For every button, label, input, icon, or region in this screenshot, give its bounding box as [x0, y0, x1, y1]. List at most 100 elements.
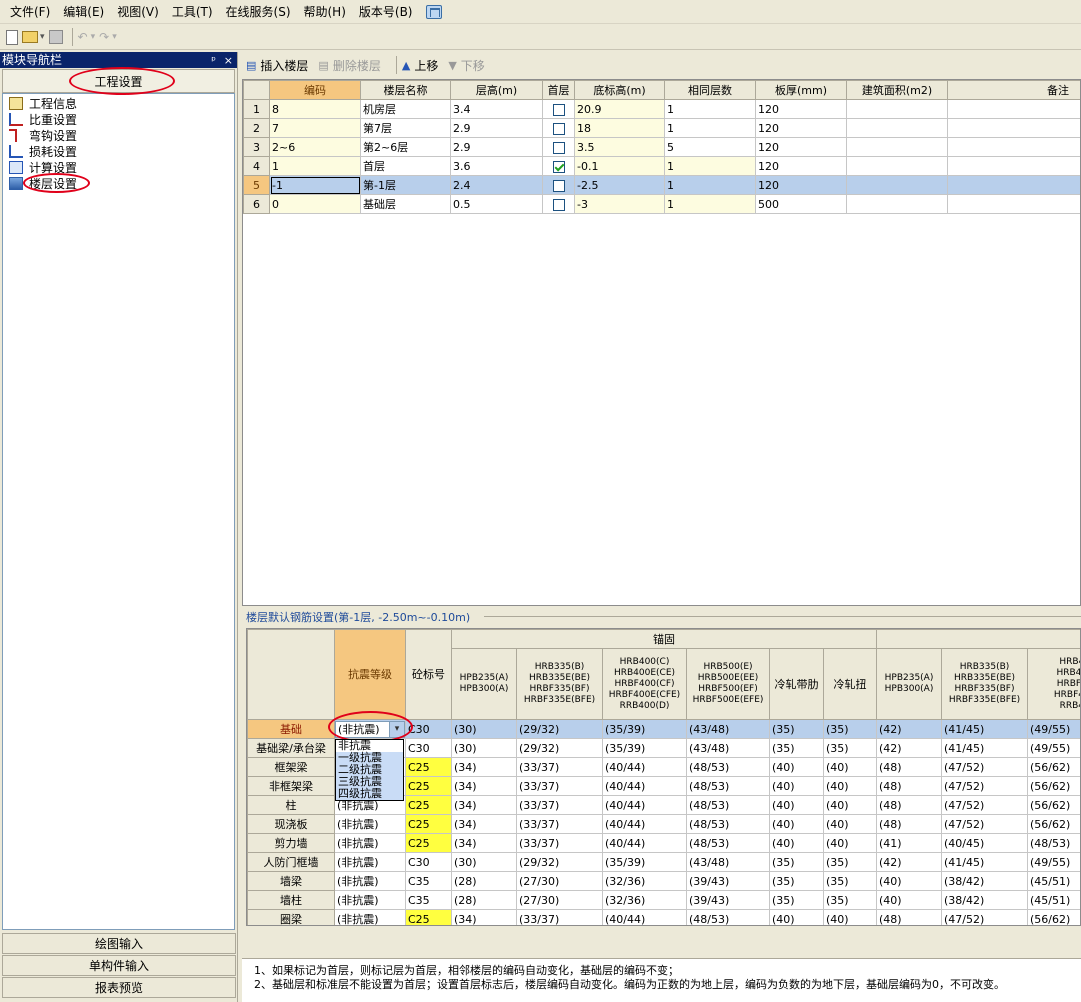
cell-hrb500[interactable]: (48/53): [686, 795, 770, 815]
cell-lap-hrb335[interactable]: (41/45): [941, 719, 1028, 739]
cell-cold-rolled-ribbed[interactable]: (40): [769, 814, 824, 834]
cell-hrb400[interactable]: (40/44): [602, 909, 687, 925]
cell-lap-hrb400[interactable]: (56/62): [1026, 909, 1080, 925]
cell-lap-hrb400[interactable]: (56/62): [1026, 814, 1080, 834]
cell-thickness[interactable]: 120: [755, 118, 847, 138]
move-down-button[interactable]: ▼ 下移: [448, 57, 484, 74]
cell-seismic[interactable]: (非抗震): [334, 814, 406, 834]
row-category[interactable]: 圈梁: [247, 909, 335, 925]
nav-tab-project-settings[interactable]: 工程设置: [2, 67, 235, 95]
cell-hrb335[interactable]: (33/37): [516, 909, 603, 925]
row-category[interactable]: 柱: [247, 795, 335, 815]
cell-cold-rolled-twisted[interactable]: (40): [823, 833, 877, 853]
cell-concrete[interactable]: C35: [405, 890, 452, 910]
cell-same[interactable]: 1: [664, 175, 756, 195]
cell-remark[interactable]: [947, 137, 1080, 157]
cell-thickness[interactable]: 120: [755, 156, 847, 176]
cell-concrete[interactable]: C25: [405, 909, 452, 925]
cell-thickness[interactable]: 120: [755, 137, 847, 157]
cell-cold-rolled-twisted[interactable]: (35): [823, 719, 877, 739]
cell-lap-hpb235[interactable]: (42): [876, 852, 942, 872]
cell-lap-hrb335[interactable]: (38/42): [941, 890, 1028, 910]
cell-code[interactable]: 2~6: [269, 137, 361, 157]
first-floor-checkbox[interactable]: [552, 103, 565, 116]
col-header-area[interactable]: 建筑面积(m2): [846, 80, 948, 100]
cell-hrb500[interactable]: (48/53): [686, 757, 770, 777]
row-category[interactable]: 非框架梁: [247, 776, 335, 796]
row-category[interactable]: 现浇板: [247, 814, 335, 834]
cell-cold-rolled-twisted[interactable]: (40): [823, 795, 877, 815]
cell-hrb500[interactable]: (39/43): [686, 871, 770, 891]
cell-lap-hrb335[interactable]: (41/45): [941, 852, 1028, 872]
cell-height[interactable]: 3.6: [450, 156, 543, 176]
cell-hrb335[interactable]: (33/37): [516, 757, 603, 777]
cell-lap-hrb400[interactable]: (45/51): [1026, 871, 1080, 891]
open-button[interactable]: ▾: [22, 27, 45, 47]
cell-same[interactable]: 1: [664, 118, 756, 138]
table-row[interactable]: 4 1 首层 3.6 -0.1 1 120: [243, 156, 1080, 176]
cell-code[interactable]: 0: [269, 194, 361, 214]
cell-name[interactable]: 第7层: [360, 118, 451, 138]
cell-code[interactable]: -1: [269, 175, 361, 195]
cell-lap-hpb235[interactable]: (48): [876, 757, 942, 777]
cell-hpb235[interactable]: (28): [451, 890, 517, 910]
row-number[interactable]: 3: [243, 137, 270, 157]
cell-cold-rolled-twisted[interactable]: (35): [823, 852, 877, 872]
cell-hrb400[interactable]: (32/36): [602, 871, 687, 891]
cell-hpb235[interactable]: (34): [451, 776, 517, 796]
cell-concrete[interactable]: C25: [405, 833, 452, 853]
cell-lap-hrb335[interactable]: (41/45): [941, 738, 1028, 758]
insert-floor-button[interactable]: ▤ 插入楼层: [246, 57, 308, 74]
cell-concrete[interactable]: C30: [405, 852, 452, 872]
cell-area[interactable]: [846, 194, 948, 214]
row-category[interactable]: 剪力墙: [247, 833, 335, 853]
cell-hrb400[interactable]: (35/39): [602, 852, 687, 872]
cell-remark[interactable]: [947, 118, 1080, 138]
cell-cold-rolled-twisted[interactable]: (40): [823, 814, 877, 834]
row-category[interactable]: 基础梁/承台梁: [247, 738, 335, 758]
row-category[interactable]: 框架梁: [247, 757, 335, 777]
cell-lap-hrb400[interactable]: (56/62): [1026, 795, 1080, 815]
cell-hrb335[interactable]: (33/37): [516, 833, 603, 853]
cell-hrb400[interactable]: (40/44): [602, 833, 687, 853]
cell-hrb500[interactable]: (39/43): [686, 890, 770, 910]
cell-code[interactable]: 1: [269, 156, 361, 176]
cell-hrb400[interactable]: (35/39): [602, 719, 687, 739]
table-row[interactable]: 人防门框墙 (非抗震) C30 (30) (29/32) (35/39) (43/48) (3…: [247, 852, 1080, 872]
col-header-remark[interactable]: 备注: [947, 80, 1080, 100]
cell-height[interactable]: 2.9: [450, 137, 543, 157]
dropdown-option[interactable]: 四级抗震: [336, 788, 403, 800]
menu-version[interactable]: 版本号(B): [359, 3, 413, 20]
table-row[interactable]: 墙柱 (非抗震) C35 (28) (27/30) (32/36) (39/43) (35)(…: [247, 890, 1080, 910]
cell-hrb400[interactable]: (32/36): [602, 890, 687, 910]
row-number[interactable]: 4: [243, 156, 270, 176]
cell-same[interactable]: 1: [664, 194, 756, 214]
cell-cold-rolled-twisted[interactable]: (40): [823, 909, 877, 925]
table-row[interactable]: 1 8 机房层 3.4 20.9 1 120: [243, 99, 1080, 119]
cell-cold-rolled-ribbed[interactable]: (40): [769, 909, 824, 925]
cell-name[interactable]: 第-1层: [360, 175, 451, 195]
cell-first[interactable]: [542, 137, 575, 157]
cell-thickness[interactable]: 500: [755, 194, 847, 214]
cell-hrb500[interactable]: (43/48): [686, 852, 770, 872]
first-floor-checkbox[interactable]: [552, 198, 565, 211]
row-category[interactable]: 墙梁: [247, 871, 335, 891]
cell-remark[interactable]: [947, 99, 1080, 119]
row-number[interactable]: 1: [243, 99, 270, 119]
cell-hrb500[interactable]: (48/53): [686, 833, 770, 853]
col-header-seismic[interactable]: 抗震等级: [334, 629, 406, 720]
cell-hrb335[interactable]: (33/37): [516, 795, 603, 815]
cell-lap-hrb400[interactable]: (48/53): [1026, 833, 1080, 853]
cell-hrb500[interactable]: (48/53): [686, 909, 770, 925]
cell-first[interactable]: [542, 194, 575, 214]
menu-online-service[interactable]: 在线服务(S): [226, 3, 291, 20]
cell-hpb235[interactable]: (30): [451, 852, 517, 872]
cell-lap-hpb235[interactable]: (40): [876, 890, 942, 910]
col-header-lap-hrb400[interactable]: HRB400 HRB400E HRBF400 HRBF400E RRB400: [1026, 648, 1080, 720]
cell-lap-hpb235[interactable]: (48): [876, 795, 942, 815]
cell-name[interactable]: 第2~6层: [360, 137, 451, 157]
cell-area[interactable]: [846, 99, 948, 119]
cell-lap-hrb400[interactable]: (56/62): [1026, 757, 1080, 777]
cell-first[interactable]: [542, 156, 575, 176]
table-row[interactable]: 剪力墙 (非抗震) C25 (34) (33/37) (40/44) (48/53) (40)…: [247, 833, 1080, 853]
